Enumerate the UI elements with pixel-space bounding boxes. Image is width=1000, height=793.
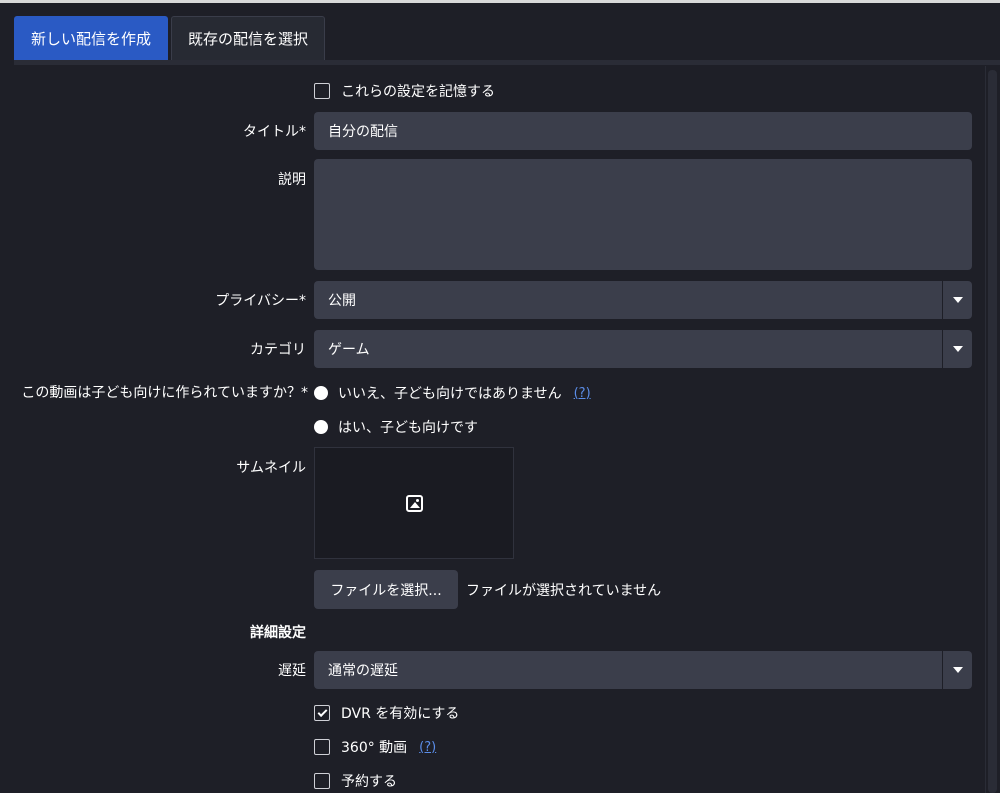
made-for-kids-label: この動画は子ども向けに作られていますか？* — [21, 385, 308, 401]
kids-option-yes-row[interactable]: はい、子ども向けです — [314, 417, 478, 437]
privacy-select[interactable]: 公開 — [314, 281, 972, 319]
schedule-row[interactable]: 予約する — [314, 771, 397, 791]
choose-file-button[interactable]: ファイルを選択... — [314, 570, 458, 609]
latency-select[interactable]: 通常の遅延 — [314, 651, 972, 689]
video-360-label: 360° 動画 — [341, 740, 408, 756]
checkmark-icon — [317, 706, 327, 717]
chevron-down-icon — [942, 281, 972, 319]
video-360-checkbox[interactable] — [314, 739, 330, 755]
category-select[interactable]: ゲーム — [314, 330, 972, 368]
dvr-checkbox[interactable] — [314, 705, 330, 721]
description-textarea[interactable] — [314, 159, 972, 270]
thumbnail-label: サムネイル — [236, 460, 306, 476]
dvr-label: DVR を有効にする — [341, 706, 460, 722]
kids-option-yes-label: はい、子ども向けです — [338, 420, 478, 436]
file-status-text: ファイルが選択されていません — [466, 583, 662, 599]
schedule-checkbox[interactable] — [314, 773, 330, 789]
remember-settings-row[interactable]: これらの設定を記憶する — [314, 81, 495, 101]
video-360-row[interactable]: 360° 動画 (?) — [314, 737, 436, 757]
window-top-border — [0, 0, 1000, 3]
remember-settings-label: これらの設定を記憶する — [341, 84, 495, 100]
privacy-label: プライバシー* — [215, 293, 306, 309]
video-360-help-link[interactable]: (?) — [419, 740, 436, 755]
tab-select-existing-stream[interactable]: 既存の配信を選択 — [171, 16, 326, 60]
category-label: カテゴリ — [250, 342, 306, 358]
kids-option-no-row[interactable]: いいえ、子ども向けではありません (?) — [314, 383, 591, 403]
scrollbar-thumb[interactable] — [988, 70, 997, 793]
schedule-label: 予約する — [341, 774, 397, 790]
kids-option-no-radio[interactable] — [314, 386, 328, 400]
description-label: 説明 — [278, 172, 306, 188]
kids-help-link[interactable]: (?) — [574, 386, 591, 401]
category-select-value: ゲーム — [328, 342, 370, 358]
thumbnail-preview[interactable] — [314, 447, 514, 559]
advanced-settings-heading: 詳細設定 — [250, 625, 306, 641]
privacy-select-value: 公開 — [328, 293, 356, 309]
remember-settings-checkbox[interactable] — [314, 83, 330, 99]
tab-bar: 新しい配信を作成 既存の配信を選択 — [14, 16, 328, 60]
chevron-down-icon — [942, 330, 972, 368]
title-input[interactable]: 自分の配信 — [314, 112, 972, 150]
latency-select-value: 通常の遅延 — [328, 663, 398, 679]
tab-create-new-stream[interactable]: 新しい配信を作成 — [14, 16, 169, 60]
title-input-value: 自分の配信 — [328, 124, 398, 140]
image-icon — [405, 494, 423, 512]
kids-option-no-label: いいえ、子ども向けではありません — [338, 386, 562, 402]
dvr-row[interactable]: DVR を有効にする — [314, 703, 459, 723]
title-label: タイトル* — [243, 124, 306, 140]
chevron-down-icon — [942, 651, 972, 689]
kids-option-yes-radio[interactable] — [314, 420, 328, 434]
latency-label: 遅延 — [278, 663, 306, 679]
